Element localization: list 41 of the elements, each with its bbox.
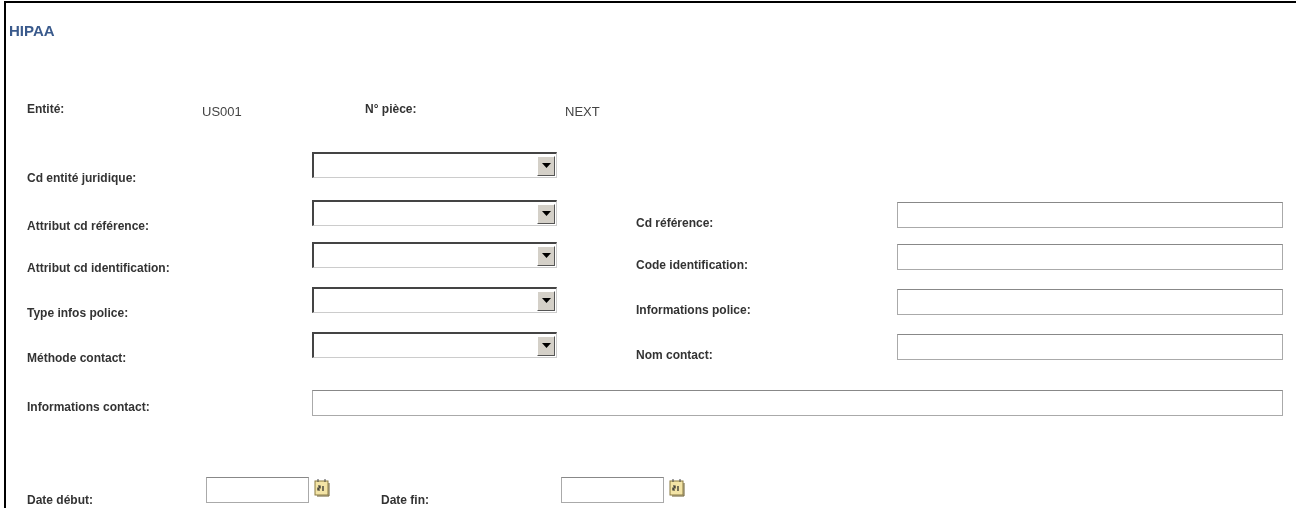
text-field[interactable] [897, 244, 1283, 270]
field-label: Informations contact: [27, 400, 151, 414]
caret-icon[interactable] [541, 211, 551, 216]
dropdown-arrow-button[interactable] [537, 155, 555, 176]
dropdown-field[interactable] [312, 200, 557, 226]
dropdown-arrow-button[interactable] [537, 335, 555, 356]
dropdown-field[interactable] [312, 332, 557, 358]
text-field[interactable] [897, 202, 1283, 228]
text-field[interactable] [312, 390, 1283, 416]
text-field[interactable] [897, 289, 1283, 315]
field-label: N° pièce: [365, 102, 418, 116]
field-label: Méthode contact: [27, 351, 128, 365]
date-field[interactable] [561, 477, 664, 503]
field-label: Cd entité juridique: [27, 171, 138, 185]
field-label: Entité: [27, 102, 66, 116]
caret-icon[interactable] [541, 298, 551, 303]
field-label: Attribut cd identification: [27, 261, 171, 275]
dropdown-field[interactable] [312, 242, 557, 268]
field-label: Cd référence: [636, 216, 715, 230]
dropdown-field[interactable] [312, 152, 557, 178]
dropdown-arrow-button[interactable] [537, 203, 555, 224]
field-label: Code identification: [636, 258, 749, 272]
field-label: Informations police: [636, 303, 752, 317]
field-value: NEXT [565, 104, 601, 119]
field-label: Attribut cd référence: [27, 219, 151, 233]
calendar-icon[interactable] [314, 478, 330, 497]
caret-icon[interactable] [541, 163, 551, 168]
field-label: Date début: [27, 493, 94, 507]
field-label: Nom contact: [636, 348, 714, 362]
field-label: Type infos police: [27, 306, 130, 320]
dropdown-field[interactable] [312, 287, 557, 313]
dropdown-arrow-button[interactable] [537, 245, 555, 266]
calendar-icon[interactable] [669, 478, 685, 497]
dropdown-arrow-button[interactable] [537, 290, 555, 311]
caret-icon[interactable] [541, 253, 551, 258]
field-label: Date fin: [381, 493, 430, 507]
text-field[interactable] [897, 334, 1283, 360]
date-field[interactable] [206, 477, 309, 503]
field-value: US001 [202, 104, 243, 119]
caret-icon[interactable] [541, 343, 551, 348]
page-title: HIPAA [8, 21, 55, 40]
